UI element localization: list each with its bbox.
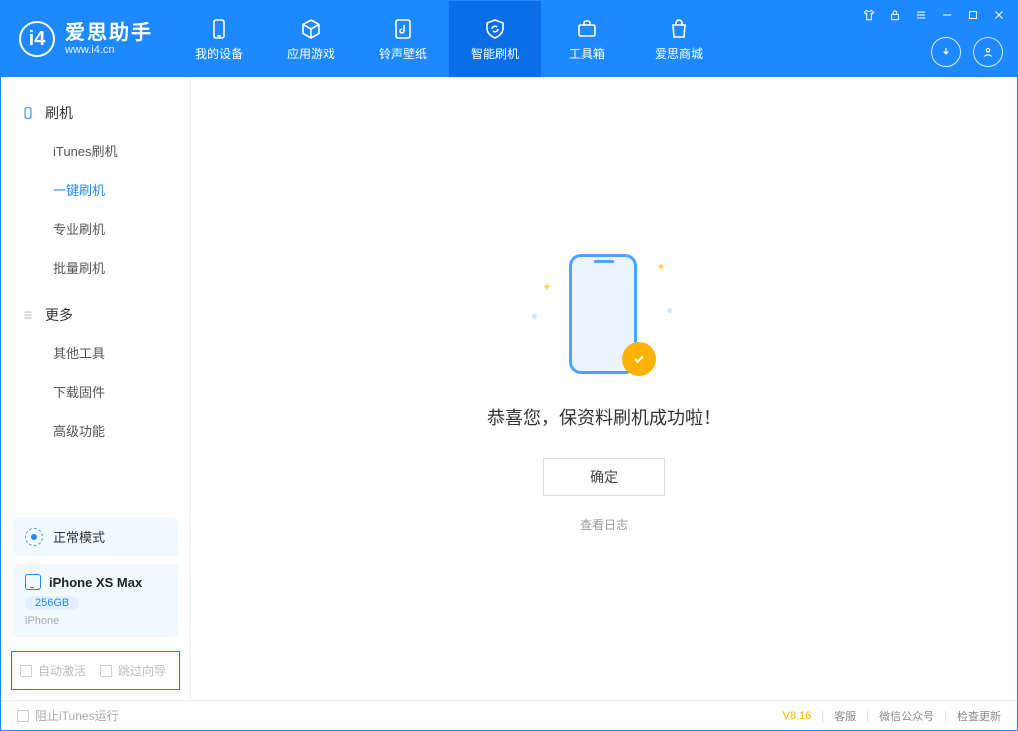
nav-bar: 我的设备 应用游戏 铃声壁纸 智能刷机 工具箱 爱思商城 — [173, 1, 725, 77]
checkbox-block-itunes[interactable]: 阻止iTunes运行 — [17, 707, 119, 724]
sidebar-header-flash: 刷机 — [1, 95, 190, 131]
nav-label: 应用游戏 — [287, 45, 335, 62]
nav-label: 铃声壁纸 — [379, 45, 427, 62]
titlebar-controls — [861, 7, 1007, 23]
logo[interactable]: i4 爱思助手 www.i4.cn — [1, 1, 173, 77]
success-message: 恭喜您，保资料刷机成功啦！ — [487, 404, 721, 430]
logo-icon: i4 — [19, 21, 55, 57]
lock-icon[interactable] — [887, 7, 903, 23]
sidebar-item-batch-flash[interactable]: 批量刷机 — [1, 248, 190, 287]
version-label: V8.16 — [783, 710, 812, 722]
device-type-label: iPhone — [25, 615, 166, 627]
header: i4 爱思助手 www.i4.cn 我的设备 应用游戏 铃声壁纸 智能刷机 工具… — [1, 1, 1017, 77]
menu-icon[interactable] — [913, 7, 929, 23]
checkbox-icon — [17, 710, 29, 722]
ok-button[interactable]: 确定 — [543, 458, 665, 496]
dot-icon — [532, 314, 537, 319]
nav-apps[interactable]: 应用游戏 — [265, 1, 357, 77]
device-small-icon — [21, 106, 35, 120]
briefcase-icon — [575, 17, 599, 41]
storage-badge: 256GB — [25, 596, 79, 610]
sidebar: 刷机 iTunes刷机 一键刷机 专业刷机 批量刷机 更多 其他工具 下载固件 … — [1, 77, 191, 700]
minimize-icon[interactable] — [939, 7, 955, 23]
checkbox-auto-activate[interactable]: 自动激活 — [20, 662, 86, 679]
mode-icon — [25, 528, 43, 546]
bag-icon — [667, 17, 691, 41]
mode-label: 正常模式 — [53, 527, 105, 546]
account-button[interactable] — [973, 37, 1003, 67]
wechat-link[interactable]: 微信公众号 — [879, 708, 934, 724]
sparkle-icon: ✦ — [542, 280, 552, 294]
sidebar-item-pro-flash[interactable]: 专业刷机 — [1, 209, 190, 248]
device-card[interactable]: iPhone XS Max 256GB iPhone — [13, 564, 178, 637]
tshirt-icon[interactable] — [861, 7, 877, 23]
app-title: 爱思助手 — [65, 22, 153, 44]
device-name-label: iPhone XS Max — [49, 575, 142, 590]
nav-label: 工具箱 — [569, 45, 605, 62]
support-link[interactable]: 客服 — [834, 708, 856, 724]
nav-label: 爱思商城 — [655, 45, 703, 62]
nav-my-device[interactable]: 我的设备 — [173, 1, 265, 77]
nav-toolbox[interactable]: 工具箱 — [541, 1, 633, 77]
sparkle-icon: ✦ — [656, 260, 666, 274]
nav-label: 智能刷机 — [471, 45, 519, 62]
footer: 阻止iTunes运行 V8.16 | 客服 | 微信公众号 | 检查更新 — [1, 700, 1017, 730]
check-badge-icon — [622, 342, 656, 376]
checkbox-skip-guide[interactable]: 跳过向导 — [100, 662, 166, 679]
sidebar-item-itunes-flash[interactable]: iTunes刷机 — [1, 131, 190, 170]
sidebar-item-other-tools[interactable]: 其他工具 — [1, 333, 190, 372]
list-icon — [21, 308, 35, 322]
nav-store[interactable]: 爱思商城 — [633, 1, 725, 77]
success-illustration: ✦ ✦ — [524, 244, 684, 384]
sidebar-header-more: 更多 — [1, 297, 190, 333]
checkbox-icon — [20, 665, 32, 677]
sidebar-item-advanced[interactable]: 高级功能 — [1, 411, 190, 450]
nav-label: 我的设备 — [195, 45, 243, 62]
download-button[interactable] — [931, 37, 961, 67]
app-subtitle: www.i4.cn — [65, 44, 153, 56]
sidebar-item-oneclick-flash[interactable]: 一键刷机 — [1, 170, 190, 209]
refresh-shield-icon — [483, 17, 507, 41]
phone-icon — [207, 17, 231, 41]
view-log-link[interactable]: 查看日志 — [580, 516, 628, 533]
cube-icon — [299, 17, 323, 41]
maximize-icon[interactable] — [965, 7, 981, 23]
nav-ringtone[interactable]: 铃声壁纸 — [357, 1, 449, 77]
header-right-buttons — [931, 37, 1003, 67]
nav-flash[interactable]: 智能刷机 — [449, 1, 541, 77]
dot-icon — [667, 308, 672, 313]
close-icon[interactable] — [991, 7, 1007, 23]
checkbox-icon — [100, 665, 112, 677]
main-content: ✦ ✦ 恭喜您，保资料刷机成功啦！ 确定 查看日志 — [191, 77, 1017, 700]
options-highlight-box: 自动激活 跳过向导 — [11, 651, 180, 690]
music-file-icon — [391, 17, 415, 41]
update-link[interactable]: 检查更新 — [957, 708, 1001, 724]
device-icon — [25, 574, 41, 590]
sidebar-item-firmware[interactable]: 下载固件 — [1, 372, 190, 411]
body: 刷机 iTunes刷机 一键刷机 专业刷机 批量刷机 更多 其他工具 下载固件 … — [1, 77, 1017, 700]
mode-indicator[interactable]: 正常模式 — [13, 517, 178, 556]
